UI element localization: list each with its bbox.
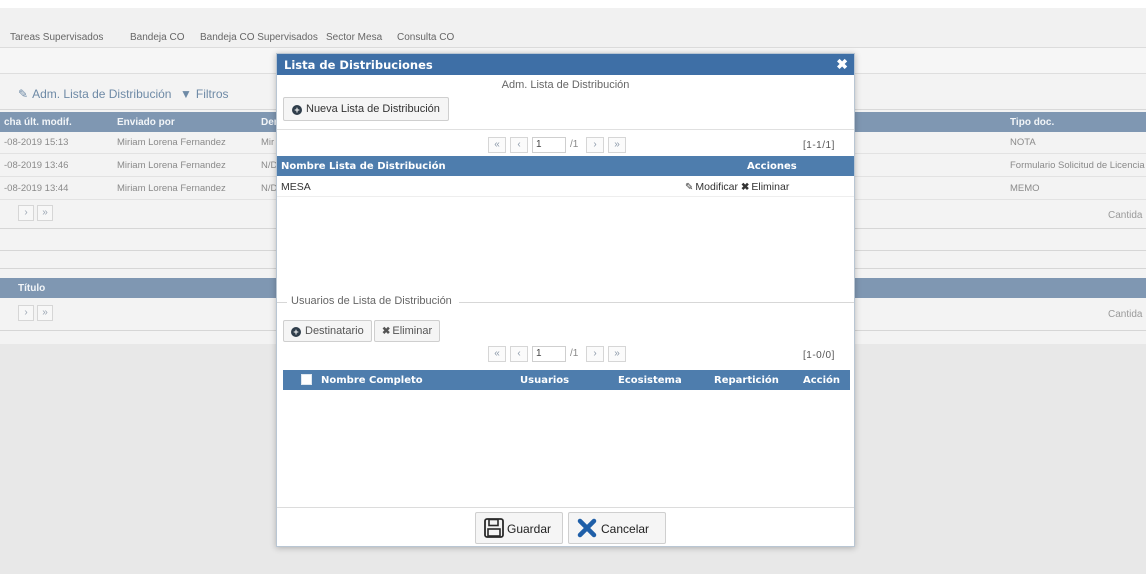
bg-cantidad-label-2: Cantida: [1108, 309, 1143, 320]
edit-icon: ✎: [18, 87, 29, 101]
fieldset-border: [277, 302, 287, 303]
tab-sector-mesa[interactable]: Sector Mesa: [326, 32, 382, 43]
x-icon: ✖: [382, 326, 391, 337]
filtros-link[interactable]: ▼ Filtros: [180, 87, 229, 101]
prev-page-button[interactable]: ‹: [510, 346, 528, 362]
destinatario-label: Destinatario: [305, 325, 364, 337]
bg-cell-enviado: Miriam Lorena Fernandez: [117, 137, 226, 148]
list-pager: « ‹ 1 /1 › »: [488, 137, 626, 153]
bg-cell-fecha: -08-2019 13:46: [4, 160, 69, 171]
users-table-header: Nombre Completo Usuarios Ecosistema Repa…: [283, 370, 850, 390]
col-accion: Acción: [803, 375, 841, 386]
dialog-subtitle: Adm. Lista de Distribución: [501, 79, 630, 91]
add-destinatario-button[interactable]: + Destinatario: [283, 320, 372, 342]
cancelar-label: Cancelar: [601, 522, 650, 536]
users-pager: « ‹ 1 /1 › »: [488, 346, 626, 362]
page-input[interactable]: 1: [532, 137, 566, 153]
col-usuarios[interactable]: Usuarios: [520, 375, 569, 386]
divider: [277, 129, 854, 130]
col-nombre-lista[interactable]: Nombre Lista de Distribución: [281, 161, 446, 172]
tab-bandeja-co[interactable]: Bandeja CO: [130, 32, 184, 43]
modificar-link[interactable]: ✎ Modificar: [685, 181, 738, 193]
eliminar-usuario-button[interactable]: ✖ Eliminar: [374, 320, 441, 342]
top-strip: [0, 0, 1146, 8]
page-input[interactable]: 1: [532, 346, 566, 362]
col-nombre-completo[interactable]: Nombre Completo: [321, 375, 423, 386]
guardar-label: Guardar: [507, 522, 552, 536]
bg-cell-der: N/D: [261, 183, 278, 194]
nueva-lista-button[interactable]: + Nueva Lista de Distribución: [283, 97, 449, 121]
bg-cell-enviado: Miriam Lorena Fernandez: [117, 160, 226, 171]
bg-cell-enviado: Miriam Lorena Fernandez: [117, 183, 226, 194]
bg-cell-der: N/D: [261, 160, 278, 171]
bg-col-titulo[interactable]: Título: [18, 283, 45, 294]
tab-consulta-co[interactable]: Consulta CO: [397, 32, 454, 43]
prev-page-button[interactable]: ‹: [510, 137, 528, 153]
pencil-icon: ✎: [685, 182, 694, 193]
filtros-label: Filtros: [195, 87, 229, 101]
list-record-count: [1-1/1]: [803, 140, 835, 151]
bg-cell-tipo: Formulario Solicitud de Licencia: [1010, 160, 1145, 171]
select-all-checkbox[interactable]: [301, 374, 312, 385]
x-cancel-icon: [577, 518, 597, 538]
bg-last-button[interactable]: »: [37, 205, 53, 221]
tab-bandeja-co-supervisados[interactable]: Bandeja CO Supervisados: [200, 32, 318, 43]
bg-col-enviado[interactable]: Enviado por: [117, 117, 175, 128]
tab-tareas-supervisados[interactable]: Tareas Supervisados: [10, 32, 103, 43]
adm-lista-label: Adm. Lista de Distribución: [32, 87, 172, 101]
dialog-title: Lista de Distribuciones: [284, 58, 433, 72]
last-page-button[interactable]: »: [608, 346, 626, 362]
eliminar-usuario-label: Eliminar: [392, 325, 433, 337]
guardar-button[interactable]: Guardar: [475, 512, 563, 544]
bg-pager-2: ›»: [18, 305, 56, 321]
bg-next-button[interactable]: ›: [18, 305, 34, 321]
bg-cell-fecha: -08-2019 15:13: [4, 137, 69, 148]
list-table-header: Nombre Lista de Distribución Acciones: [277, 156, 854, 176]
plus-circle-icon: +: [291, 327, 301, 337]
filter-icon: ▼: [180, 87, 192, 101]
bg-cantidad-label: Cantida: [1108, 210, 1143, 221]
table-row[interactable]: MESA ✎ Modificar ✖ Eliminar: [277, 177, 854, 197]
usuarios-legend: Usuarios de Lista de Distribución: [289, 295, 454, 307]
next-page-button[interactable]: ›: [586, 346, 604, 362]
modificar-label: Modificar: [695, 181, 738, 193]
list-name-cell: MESA: [281, 181, 311, 193]
x-icon: ✖: [741, 182, 750, 193]
nueva-lista-label: Nueva Lista de Distribución: [306, 103, 440, 115]
page-total: /1: [570, 139, 579, 150]
first-page-button[interactable]: «: [488, 137, 506, 153]
first-page-button[interactable]: «: [488, 346, 506, 362]
cancelar-button[interactable]: Cancelar: [568, 512, 666, 544]
bg-col-tipo[interactable]: Tipo doc.: [1010, 117, 1054, 128]
fieldset-border: [459, 302, 854, 303]
col-ecosistema[interactable]: Ecosistema: [618, 375, 682, 386]
eliminar-label: Eliminar: [751, 181, 790, 193]
bg-col-fecha[interactable]: cha últ. modif.: [4, 117, 72, 128]
users-record-count: [1-0/0]: [803, 350, 835, 361]
eliminar-link[interactable]: ✖ Eliminar: [741, 181, 789, 193]
bg-last-button[interactable]: »: [37, 305, 53, 321]
plus-circle-icon: +: [292, 105, 302, 115]
dialog-header: Lista de Distribuciones ✖: [277, 54, 854, 75]
nav-bar: Tareas Supervisados Bandeja CO Bandeja C…: [0, 8, 1146, 48]
page-total: /1: [570, 348, 579, 359]
footer-divider: [277, 507, 854, 508]
bg-cell-fecha: -08-2019 13:44: [4, 183, 69, 194]
col-acciones: Acciones: [747, 161, 797, 172]
bg-cell-tipo: MEMO: [1010, 183, 1040, 194]
lista-distribuciones-dialog: Lista de Distribuciones ✖ Adm. Lista de …: [276, 53, 855, 547]
close-icon[interactable]: ✖: [836, 56, 848, 72]
bg-cell-der: Mir: [261, 137, 275, 148]
bg-cell-tipo: NOTA: [1010, 137, 1036, 148]
floppy-disk-icon: [484, 518, 504, 538]
adm-lista-link[interactable]: ✎ Adm. Lista de Distribución: [18, 87, 171, 101]
last-page-button[interactable]: »: [608, 137, 626, 153]
next-page-button[interactable]: ›: [586, 137, 604, 153]
bg-next-button[interactable]: ›: [18, 205, 34, 221]
col-reparticion[interactable]: Repartición: [714, 375, 779, 386]
bg-pager: ›»: [18, 205, 56, 221]
